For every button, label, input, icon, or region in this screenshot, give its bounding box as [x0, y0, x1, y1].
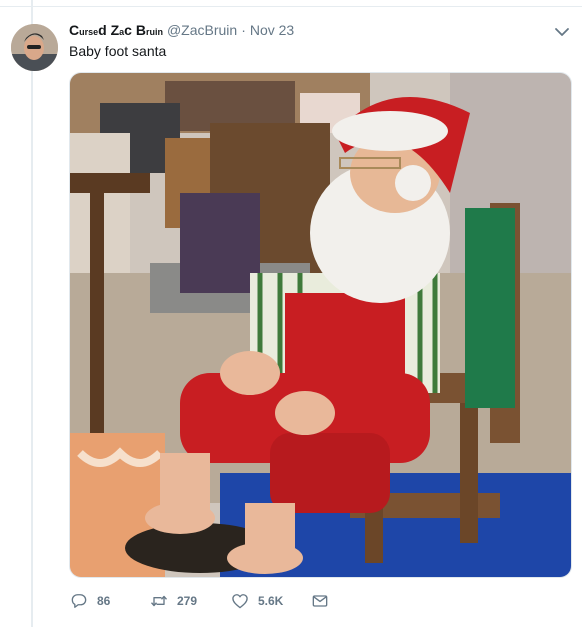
separator-dot: · — [241, 22, 246, 38]
reply-count: 86 — [97, 594, 111, 608]
retweet-icon — [150, 595, 168, 607]
tweet: Cursеd Zac Bruin @ZacBruin · Nov 23 Baby… — [0, 0, 582, 627]
like-button[interactable]: 5.6K — [230, 591, 310, 611]
direct-message-button[interactable] — [310, 591, 330, 611]
reply-button[interactable]: 86 — [69, 591, 149, 611]
tweet-date[interactable]: Nov 23 — [250, 22, 294, 38]
santa-photo — [70, 73, 571, 577]
display-name[interactable]: Cursеd Zac Bruin — [69, 22, 163, 38]
reply-icon — [71, 594, 87, 608]
like-count: 5.6K — [258, 594, 284, 608]
tweet-actions: 86 279 5.6K — [69, 590, 330, 612]
avatar-image — [11, 24, 58, 71]
tweet-photo[interactable] — [69, 72, 572, 578]
retweet-button[interactable]: 279 — [149, 591, 230, 611]
heart-icon — [232, 594, 248, 609]
avatar[interactable] — [11, 24, 58, 71]
envelope-icon — [312, 595, 328, 607]
user-handle[interactable]: @ZacBruin — [167, 22, 237, 38]
tweet-text: Baby foot santa — [69, 43, 167, 59]
chevron-down-icon[interactable] — [553, 24, 571, 40]
tweet-header: Cursеd Zac Bruin @ZacBruin · Nov 23 — [69, 22, 294, 42]
retweet-count: 279 — [177, 594, 198, 608]
